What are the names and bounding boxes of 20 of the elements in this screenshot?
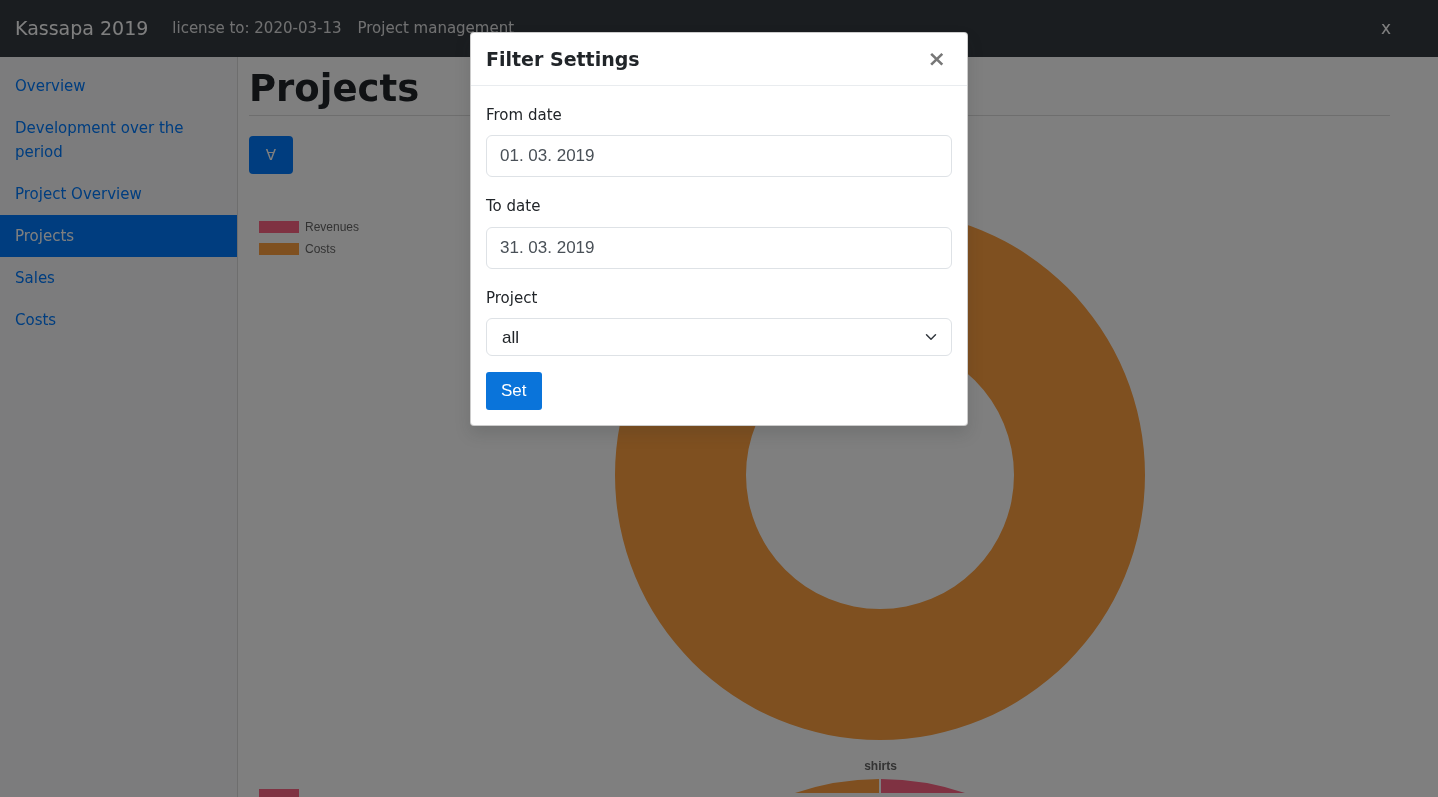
date-field[interactable]: 31. 03. 2019 (486, 226, 952, 269)
sidebar-item[interactable]: Project Overview (0, 173, 237, 215)
chart-title: shirts (863, 758, 898, 776)
module-name: Project management (357, 18, 515, 40)
app-title: Kassapa 2019 (15, 16, 149, 42)
license-text: license to: 2020-03-13 (172, 18, 342, 40)
field-label: Project (486, 287, 539, 309)
sidebar-item[interactable]: Costs (0, 299, 237, 341)
filter-button[interactable]: ∀ (249, 136, 293, 175)
project-select[interactable]: all (486, 318, 952, 357)
date-field[interactable]: 01. 03. 2019 (486, 135, 952, 178)
sidebar-item[interactable]: Overview (0, 65, 237, 107)
field-label: To date (486, 196, 542, 218)
sidebar-item[interactable]: Sales (0, 257, 237, 299)
legend-label: Costs (305, 241, 336, 259)
legend-label: Revenues (305, 219, 360, 237)
sidebar-item[interactable]: Development over the period (0, 107, 237, 173)
sidebar-item[interactable]: Projects (0, 215, 237, 257)
set-button[interactable]: Set (486, 372, 542, 410)
close-button[interactable]: x (1374, 14, 1397, 43)
